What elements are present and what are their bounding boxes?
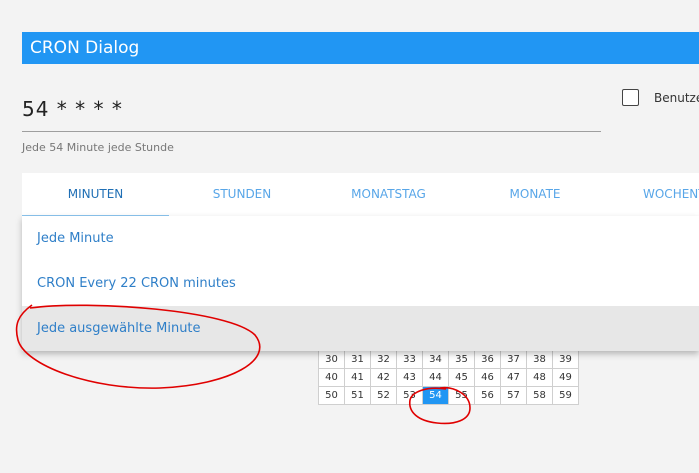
use-checkbox-group[interactable]: Benutze — [622, 89, 699, 106]
tab-monatstag[interactable]: MONATSTAG — [315, 173, 462, 216]
minute-cell-31[interactable]: 31 — [344, 350, 371, 369]
minute-cell-39[interactable]: 39 — [552, 350, 579, 369]
minute-cell-36[interactable]: 36 — [474, 350, 501, 369]
minute-cell-46[interactable]: 46 — [474, 368, 501, 387]
use-checkbox-label: Benutze — [654, 90, 699, 105]
minute-cell-48[interactable]: 48 — [526, 368, 553, 387]
dialog-title-bar: CRON Dialog — [22, 32, 699, 64]
minute-cell-40[interactable]: 40 — [318, 368, 345, 387]
minute-grid-row: 50 51 52 53 54 55 56 57 58 59 — [318, 386, 579, 405]
minute-cell-51[interactable]: 51 — [344, 386, 371, 405]
minute-cell-35[interactable]: 35 — [448, 350, 475, 369]
tab-stunden[interactable]: STUNDEN — [169, 173, 315, 216]
use-checkbox[interactable] — [622, 89, 639, 106]
minute-cell-32[interactable]: 32 — [370, 350, 397, 369]
minute-cell-37[interactable]: 37 — [500, 350, 527, 369]
minute-cell-49[interactable]: 49 — [552, 368, 579, 387]
minute-cell-57[interactable]: 57 — [500, 386, 527, 405]
minute-grid-row: 40 41 42 43 44 45 46 47 48 49 — [318, 368, 579, 387]
minute-cell-38[interactable]: 38 — [526, 350, 553, 369]
option-every-n-minutes[interactable]: CRON Every 22 CRON minutes — [22, 261, 699, 306]
minute-cell-45[interactable]: 45 — [448, 368, 475, 387]
tab-wochentag[interactable]: WOCHENT — [608, 173, 699, 216]
minute-cell-53[interactable]: 53 — [396, 386, 423, 405]
minute-cell-33[interactable]: 33 — [396, 350, 423, 369]
option-every-minute[interactable]: Jede Minute — [22, 216, 699, 261]
minute-cell-54[interactable]: 54 — [422, 386, 449, 405]
tab-bar: MINUTEN STUNDEN MONATSTAG MONATE WOCHENT — [22, 173, 699, 216]
cron-expression-field[interactable]: 54 * * * * — [22, 97, 123, 121]
minute-cell-47[interactable]: 47 — [500, 368, 527, 387]
option-selected-minutes[interactable]: Jede ausgewählte Minute — [22, 306, 699, 351]
minute-cell-43[interactable]: 43 — [396, 368, 423, 387]
cron-description: Jede 54 Minute jede Stunde — [22, 141, 174, 154]
minute-cell-44[interactable]: 44 — [422, 368, 449, 387]
mode-dropdown-menu: Jede Minute CRON Every 22 CRON minutes J… — [22, 216, 699, 351]
minute-cell-59[interactable]: 59 — [552, 386, 579, 405]
minute-cell-41[interactable]: 41 — [344, 368, 371, 387]
dialog-title: CRON Dialog — [30, 38, 140, 58]
cron-expression-underline — [22, 131, 601, 132]
minute-cell-30[interactable]: 30 — [318, 350, 345, 369]
tab-monate[interactable]: MONATE — [462, 173, 608, 216]
minute-cell-58[interactable]: 58 — [526, 386, 553, 405]
minute-grid: 30 31 32 33 34 35 36 37 38 39 40 41 42 43 44 45 46 47 48 49… — [318, 350, 579, 405]
tab-minuten[interactable]: MINUTEN — [22, 173, 169, 216]
minute-grid-row: 30 31 32 33 34 35 36 37 38 39 — [318, 350, 579, 369]
minute-cell-52[interactable]: 52 — [370, 386, 397, 405]
minute-cell-56[interactable]: 56 — [474, 386, 501, 405]
minute-cell-50[interactable]: 50 — [318, 386, 345, 405]
minute-cell-55[interactable]: 55 — [448, 386, 475, 405]
minute-cell-34[interactable]: 34 — [422, 350, 449, 369]
minute-cell-42[interactable]: 42 — [370, 368, 397, 387]
